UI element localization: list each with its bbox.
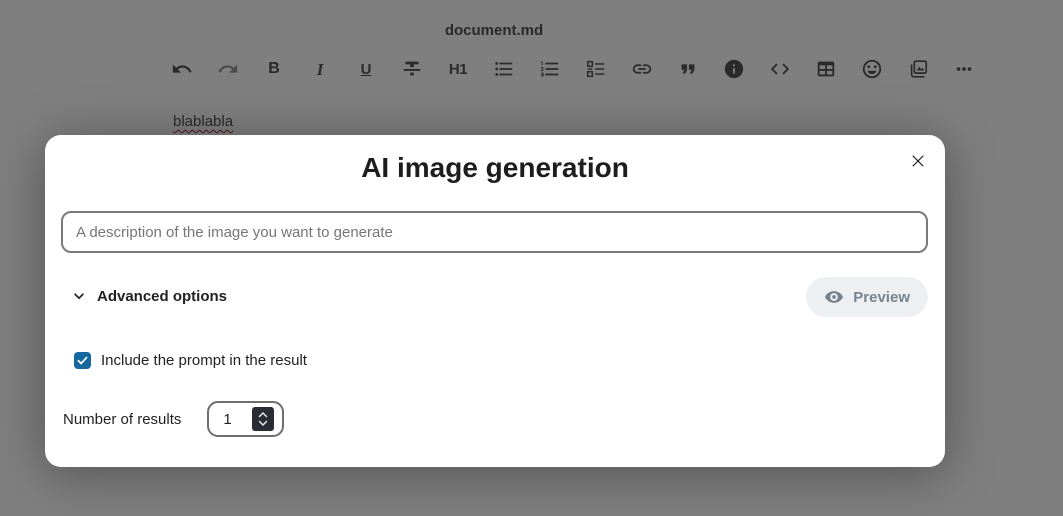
- dialog-title: AI image generation: [45, 152, 945, 184]
- number-of-results-row: Number of results 1: [63, 401, 284, 437]
- close-icon: [909, 152, 927, 170]
- number-of-results-value: 1: [223, 411, 231, 428]
- app-window: document.md B I U H1 blablabla AI image …: [0, 0, 1063, 516]
- eye-icon: [824, 287, 844, 307]
- checkmark-icon: [76, 354, 89, 367]
- chevron-down-icon: [69, 286, 89, 306]
- ai-image-generation-dialog: AI image generation Advanced options Pre…: [45, 135, 945, 467]
- advanced-options-label: Advanced options: [97, 288, 227, 305]
- stepper-arrows-icon: [258, 411, 268, 427]
- number-of-results-input[interactable]: 1: [207, 401, 284, 437]
- number-stepper[interactable]: [252, 407, 274, 431]
- preview-label: Preview: [853, 289, 910, 306]
- include-prompt-label[interactable]: Include the prompt in the result: [101, 352, 307, 369]
- close-dialog-button[interactable]: [901, 144, 935, 178]
- advanced-options-toggle[interactable]: Advanced options: [69, 279, 227, 313]
- include-prompt-checkbox[interactable]: [74, 352, 91, 369]
- image-description-input[interactable]: [61, 211, 928, 253]
- preview-button[interactable]: Preview: [806, 277, 928, 317]
- number-of-results-label: Number of results: [63, 411, 181, 428]
- include-prompt-row: Include the prompt in the result: [74, 352, 307, 369]
